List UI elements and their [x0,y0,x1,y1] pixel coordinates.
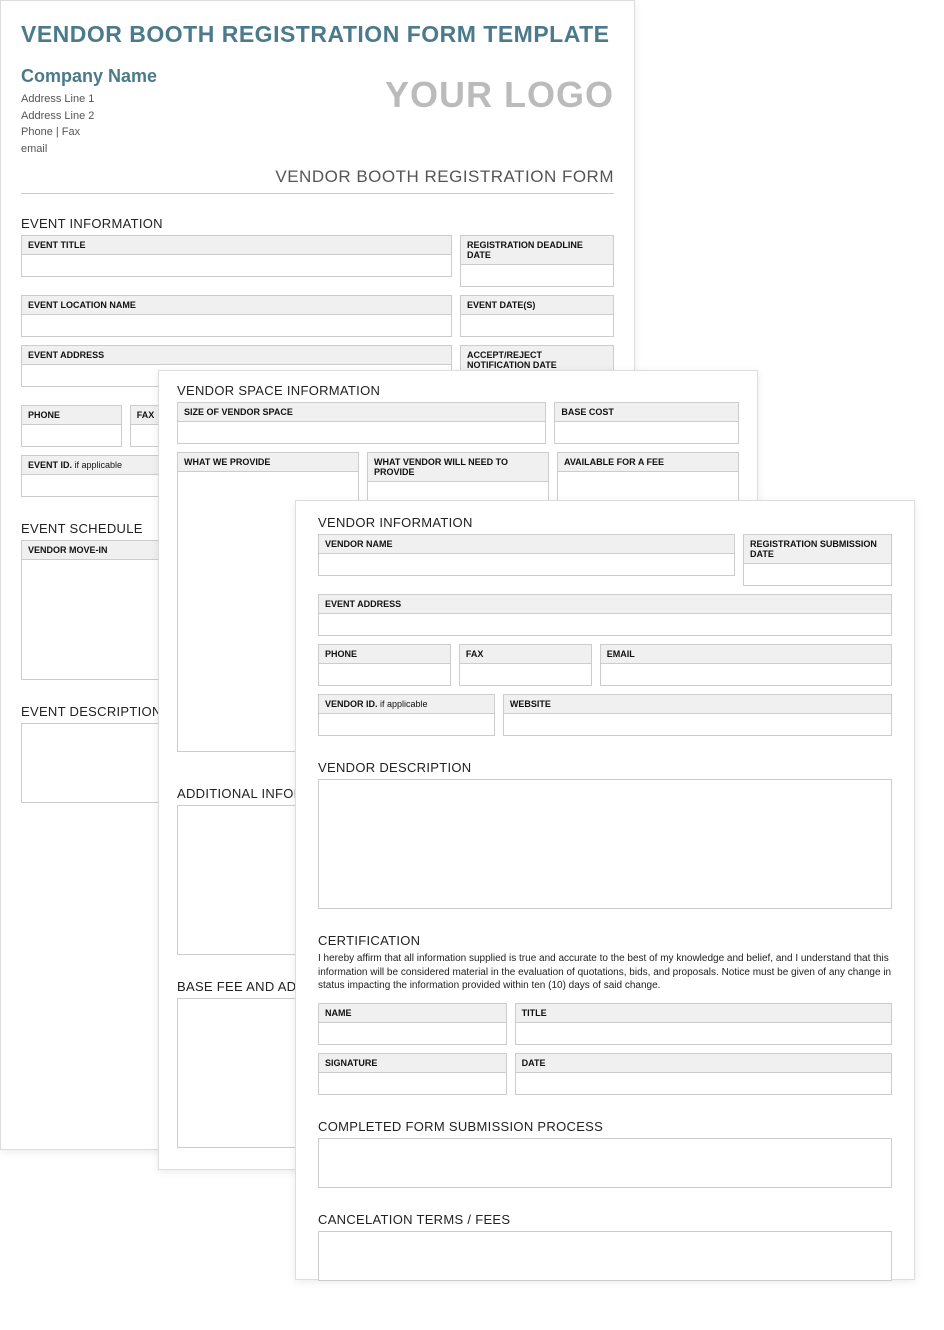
field-website: WEBSITE [503,694,892,736]
input-website[interactable] [503,714,892,736]
header-row: Company Name Address Line 1 Address Line… [21,66,614,157]
input-vendor-address[interactable] [318,614,892,636]
field-event-dates: EVENT DATE(S) [460,295,614,337]
template-title: VENDOR BOOTH REGISTRATION FORM TEMPLATE [21,21,614,48]
label-we-provide: WHAT WE PROVIDE [177,452,359,472]
field-cancellation [318,1231,892,1281]
label-vendor-email: EMAIL [600,644,892,664]
label-event-id: EVENT ID. if applicable [21,455,163,475]
label-size: SIZE OF VENDOR SPACE [177,402,546,422]
input-vendor-id[interactable] [318,714,495,736]
input-size[interactable] [177,422,546,444]
field-vendor-id: VENDOR ID. if applicable [318,694,495,736]
label-vendor-id: VENDOR ID. if applicable [318,694,495,714]
input-date[interactable] [515,1073,892,1095]
input-vendor-fax[interactable] [459,664,592,686]
label-event-title: EVENT TITLE [21,235,452,255]
email: email [21,141,157,158]
certification-text: I hereby affirm that all information sup… [318,952,892,993]
company-name: Company Name [21,66,157,87]
label-phone: PHONE [21,405,122,425]
label-title: TITLE [515,1003,892,1023]
label-vendor-name: VENDOR NAME [318,534,735,554]
input-base-cost[interactable] [554,422,739,444]
page-3: VENDOR INFORMATION VENDOR NAME REGISTRAT… [295,500,915,1280]
field-title: TITLE [515,1003,892,1045]
input-reg-submit[interactable] [743,564,892,586]
divider [21,193,614,194]
field-vendor-fax: FAX [459,644,592,686]
label-event-dates: EVENT DATE(S) [460,295,614,315]
input-vendor-name[interactable] [318,554,735,576]
input-event-location[interactable] [21,315,452,337]
field-vendor-phone: PHONE [318,644,451,686]
company-block: Company Name Address Line 1 Address Line… [21,66,157,157]
label-name: NAME [318,1003,507,1023]
input-vendor-phone[interactable] [318,664,451,686]
input-title[interactable] [515,1023,892,1045]
label-reg-deadline: REGISTRATION DEADLINE DATE [460,235,614,265]
label-website: WEBSITE [503,694,892,714]
label-for-fee: AVAILABLE FOR A FEE [557,452,739,472]
field-vendor-description [318,779,892,909]
label-reg-submit: REGISTRATION SUBMISSION DATE [743,534,892,564]
section-vendor-description: VENDOR DESCRIPTION [318,760,892,775]
section-cancellation: CANCELATION TERMS / FEES [318,1212,892,1227]
input-event-id[interactable] [21,475,163,497]
section-submission-process: COMPLETED FORM SUBMISSION PROCESS [318,1119,892,1134]
field-vendor-name: VENDOR NAME [318,534,735,586]
field-signature: SIGNATURE [318,1053,507,1095]
field-reg-submit: REGISTRATION SUBMISSION DATE [743,534,892,586]
field-vendor-email: EMAIL [600,644,892,686]
field-event-id: EVENT ID. if applicable [21,455,163,497]
field-reg-deadline: REGISTRATION DEADLINE DATE [460,235,614,287]
input-event-title[interactable] [21,255,452,277]
phone-fax: Phone | Fax [21,124,157,141]
field-event-description [21,723,163,803]
section-event-information: EVENT INFORMATION [21,216,614,231]
input-submission[interactable] [318,1138,892,1188]
field-event-location: EVENT LOCATION NAME [21,295,452,337]
input-vendor-description[interactable] [318,779,892,909]
field-vendor-movein: VENDOR MOVE-IN [21,540,163,680]
label-vendor-address: EVENT ADDRESS [318,594,892,614]
input-name[interactable] [318,1023,507,1045]
field-base-cost: BASE COST [554,402,739,444]
label-event-address: EVENT ADDRESS [21,345,452,365]
input-cancellation[interactable] [318,1231,892,1281]
label-signature: SIGNATURE [318,1053,507,1073]
form-title: VENDOR BOOTH REGISTRATION FORM [21,167,614,187]
label-vendor-provide: WHAT VENDOR WILL NEED TO PROVIDE [367,452,549,482]
field-submission [318,1138,892,1188]
field-name: NAME [318,1003,507,1045]
label-date: DATE [515,1053,892,1073]
label-base-cost: BASE COST [554,402,739,422]
section-vendor-space: VENDOR SPACE INFORMATION [177,383,739,398]
section-certification: CERTIFICATION [318,933,892,948]
label-event-location: EVENT LOCATION NAME [21,295,452,315]
input-reg-deadline[interactable] [460,265,614,287]
label-vendor-fax: FAX [459,644,592,664]
field-phone: PHONE [21,405,122,447]
input-vendor-movein[interactable] [21,560,163,680]
input-vendor-email[interactable] [600,664,892,686]
logo-placeholder: YOUR LOGO [385,74,614,116]
input-phone[interactable] [21,425,122,447]
field-date: DATE [515,1053,892,1095]
field-size: SIZE OF VENDOR SPACE [177,402,546,444]
label-vendor-phone: PHONE [318,644,451,664]
section-vendor-info: VENDOR INFORMATION [318,515,892,530]
field-vendor-address: EVENT ADDRESS [318,594,892,636]
input-event-description[interactable] [21,723,163,803]
input-event-dates[interactable] [460,315,614,337]
label-vendor-movein: VENDOR MOVE-IN [21,540,163,560]
input-signature[interactable] [318,1073,507,1095]
address-line-2: Address Line 2 [21,108,157,125]
field-event-title: EVENT TITLE [21,235,452,287]
address-line-1: Address Line 1 [21,91,157,108]
